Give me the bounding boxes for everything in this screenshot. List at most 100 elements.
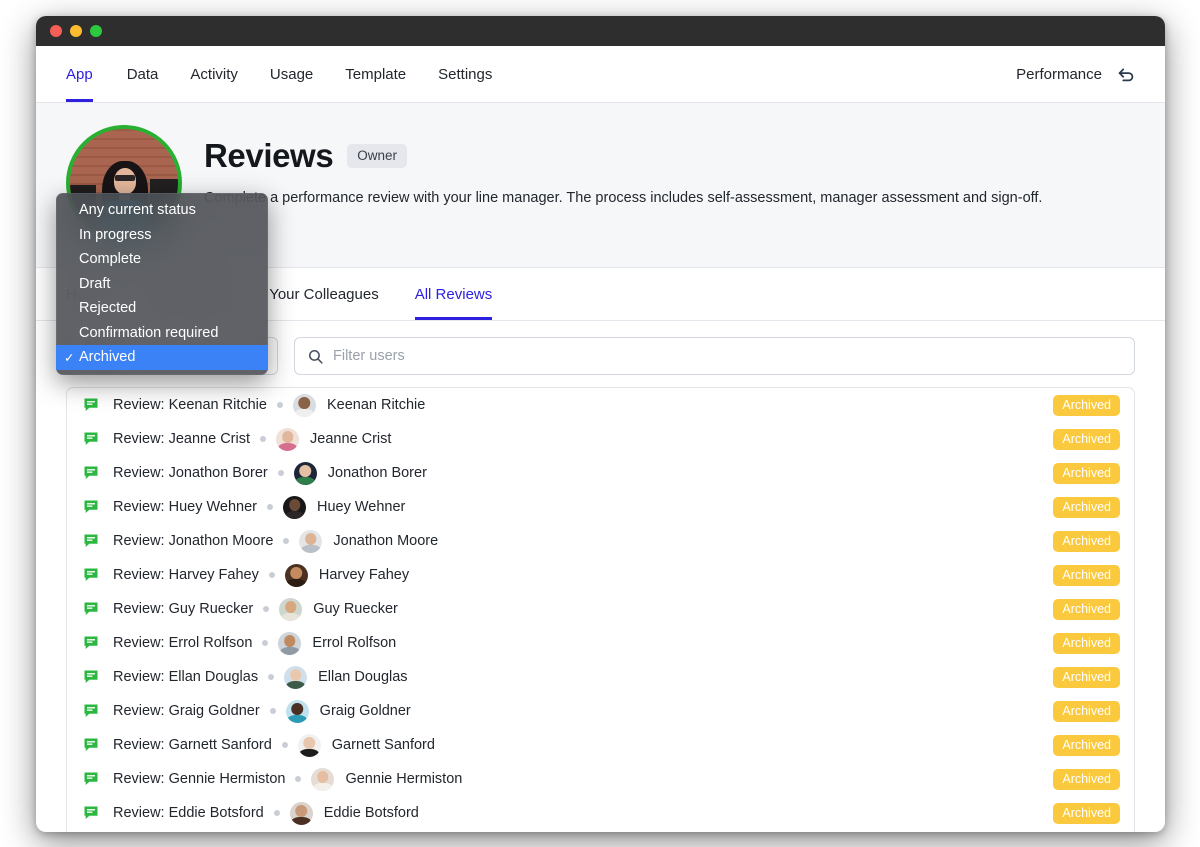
menu-item-draft[interactable]: Draft bbox=[56, 272, 268, 297]
nav-item-label: App bbox=[66, 65, 93, 83]
top-navigation-right: Performance bbox=[1016, 46, 1137, 102]
nav-item-usage[interactable]: Usage bbox=[254, 46, 329, 102]
comment-icon bbox=[84, 670, 98, 683]
menu-item-archived[interactable]: ✓ Archived bbox=[56, 345, 268, 370]
user-name: Jonathon Borer bbox=[327, 465, 427, 481]
comment-icon bbox=[84, 704, 98, 717]
menu-item-label: Archived bbox=[79, 349, 136, 366]
review-title: Review: Huey Wehner bbox=[113, 499, 257, 515]
search-input[interactable] bbox=[333, 348, 1122, 364]
user-avatar bbox=[299, 529, 323, 553]
review-title: Review: Keenan Ritchie bbox=[113, 397, 267, 413]
table-row[interactable]: Review: Jonathon Moore Jonathon Moore Ar… bbox=[67, 524, 1134, 558]
menu-item-rejected[interactable]: Rejected bbox=[56, 296, 268, 321]
separator-dot bbox=[273, 810, 280, 816]
menu-item-any-current-status[interactable]: Any current status bbox=[56, 198, 268, 223]
review-title: Review: Errol Rolfson bbox=[113, 635, 253, 651]
menu-item-label: Draft bbox=[79, 275, 111, 292]
nav-item-label: Template bbox=[345, 65, 407, 83]
table-row[interactable]: Review: Errol Rolfson Errol Rolfson Arch… bbox=[67, 626, 1134, 660]
user-avatar bbox=[292, 393, 316, 417]
separator-dot bbox=[295, 776, 302, 782]
table-row[interactable]: Review: Guy Ruecker Guy Ruecker Archived bbox=[67, 592, 1134, 626]
status-badge: Archived bbox=[1053, 394, 1120, 416]
nav-item-app[interactable]: App bbox=[66, 46, 111, 102]
owner-badge: Owner bbox=[347, 144, 408, 168]
nav-item-label: Data bbox=[126, 65, 159, 83]
tab-your-colleagues[interactable]: Your Colleagues bbox=[251, 268, 397, 320]
status-filter-menu: Any current status In progress Complete … bbox=[56, 193, 268, 375]
tab-all-reviews[interactable]: All Reviews bbox=[397, 268, 511, 320]
table-row[interactable]: Review: Graig Goldner Graig Goldner Arch… bbox=[67, 694, 1134, 728]
search-box[interactable] bbox=[294, 337, 1135, 375]
nav-item-template[interactable]: Template bbox=[329, 46, 422, 102]
user-avatar bbox=[283, 495, 306, 519]
user-name: Huey Wehner bbox=[317, 499, 406, 515]
review-title: Review: Jeanne Crist bbox=[113, 431, 250, 447]
traffic-lights bbox=[50, 25, 102, 37]
user-name: Errol Rolfson bbox=[312, 635, 397, 651]
window-titlebar bbox=[36, 16, 1165, 46]
review-title: Review: Jonathon Moore bbox=[113, 533, 274, 549]
user-name: Jonathon Moore bbox=[333, 533, 439, 549]
separator-dot bbox=[267, 504, 273, 510]
nav-item-label: Settings bbox=[438, 65, 493, 83]
review-title: Review: Garnett Sanford bbox=[113, 737, 272, 753]
hero-text: Reviews Owner Complete a performance rev… bbox=[204, 125, 1042, 209]
nav-item-settings[interactable]: Settings bbox=[422, 46, 508, 102]
table-row[interactable]: Review: Harvey Fahey Harvey Fahey Archiv… bbox=[67, 558, 1134, 592]
status-badge: Archived bbox=[1053, 768, 1120, 790]
table-row[interactable]: Review: Jeanne Crist Jeanne Crist Archiv… bbox=[67, 422, 1134, 456]
table-row[interactable]: Review: Gennie Hermiston Gennie Hermisto… bbox=[67, 762, 1134, 796]
app-window: App Data Activity Usage Template Setting… bbox=[36, 16, 1165, 832]
user-name: Guy Ruecker bbox=[313, 601, 398, 617]
undo-icon[interactable] bbox=[1115, 63, 1137, 85]
user-avatar bbox=[278, 631, 302, 655]
check-icon: ✓ bbox=[64, 350, 75, 365]
review-title: Review: Graig Goldner bbox=[113, 703, 260, 719]
menu-item-confirmation-required[interactable]: Confirmation required bbox=[56, 321, 268, 346]
separator-dot bbox=[268, 572, 275, 578]
review-title: Review: Eddie Botsford bbox=[113, 805, 264, 821]
user-name: Harvey Fahey bbox=[318, 567, 410, 583]
separator-dot bbox=[268, 674, 275, 680]
review-title: Review: Harvey Fahey bbox=[113, 567, 259, 583]
table-row[interactable]: Review: Jonathon Borer Jonathon Borer Ar… bbox=[67, 456, 1134, 490]
tab-label: Your Colleagues bbox=[269, 285, 379, 303]
user-avatar bbox=[279, 597, 303, 621]
menu-item-complete[interactable]: Complete bbox=[56, 247, 268, 272]
status-badge: Archived bbox=[1053, 462, 1120, 484]
user-name: Graig Goldner bbox=[319, 703, 411, 719]
separator-dot bbox=[281, 742, 288, 748]
tab-label: All Reviews bbox=[414, 285, 493, 303]
comment-icon bbox=[84, 806, 98, 819]
user-avatar bbox=[285, 699, 309, 723]
nav-item-data[interactable]: Data bbox=[111, 46, 175, 102]
nav-item-activity[interactable]: Activity bbox=[174, 46, 254, 102]
table-row[interactable]: Review: Ellan Douglas Ellan Douglas Arch… bbox=[67, 660, 1134, 694]
user-name: Garnett Sanford bbox=[331, 737, 435, 753]
maximize-window-button[interactable] bbox=[90, 25, 102, 37]
separator-dot bbox=[283, 538, 290, 544]
comment-icon bbox=[84, 398, 98, 411]
separator-dot bbox=[277, 470, 284, 476]
table-row[interactable]: Review: Keenan Ritchie Keenan Ritchie Ar… bbox=[67, 388, 1134, 422]
status-badge: Archived bbox=[1053, 530, 1120, 552]
table-row[interactable]: Review: Garnett Sanford Garnett Sanford … bbox=[67, 728, 1134, 762]
comment-icon bbox=[84, 738, 98, 751]
status-badge: Archived bbox=[1053, 700, 1120, 722]
menu-item-label: Any current status bbox=[79, 202, 196, 219]
user-name: Keenan Ritchie bbox=[326, 397, 426, 413]
comment-icon bbox=[84, 602, 98, 615]
user-avatar bbox=[276, 427, 299, 451]
user-name: Eddie Botsford bbox=[323, 805, 419, 821]
performance-label: Performance bbox=[1016, 65, 1102, 83]
comment-icon bbox=[84, 466, 98, 479]
table-row[interactable]: Review: Huey Wehner Huey Wehner Archived bbox=[67, 490, 1134, 524]
close-window-button[interactable] bbox=[50, 25, 62, 37]
comment-icon bbox=[84, 534, 98, 547]
menu-item-in-progress[interactable]: In progress bbox=[56, 223, 268, 248]
minimize-window-button[interactable] bbox=[70, 25, 82, 37]
table-row[interactable]: Review: Eddie Botsford Eddie Botsford Ar… bbox=[67, 796, 1134, 830]
review-title: Review: Jonathon Borer bbox=[113, 465, 268, 481]
